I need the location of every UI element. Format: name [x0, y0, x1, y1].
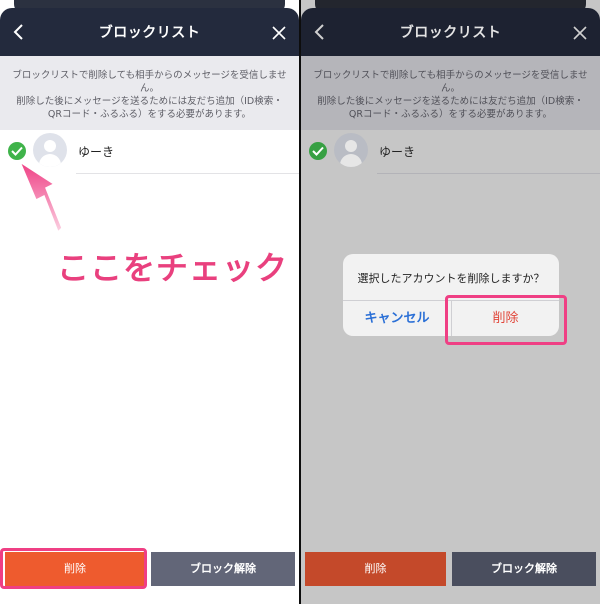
page-title: ブロックリスト [98, 25, 201, 41]
header-bar: ブロックリスト [301, 8, 600, 56]
blocked-contact-row[interactable]: ゆーき [301, 130, 600, 174]
page-title: ブロックリスト [399, 25, 502, 41]
check-circle-icon[interactable] [8, 142, 26, 160]
contact-name: ゆーき [78, 145, 115, 159]
dialog-cancel-button[interactable]: キャンセル [343, 301, 451, 336]
default-avatar-icon [334, 133, 368, 167]
delete-button[interactable]: 削除 [305, 552, 446, 586]
notice-text: ブロックリストで削除しても相手からのメッセージを受信しません。 削除した後にメッ… [313, 70, 588, 120]
highlight-box [445, 295, 567, 345]
default-avatar-icon [33, 133, 67, 167]
close-icon[interactable] [572, 25, 588, 41]
unblock-button[interactable]: ブロック解除 [151, 552, 295, 586]
left-screen: ブロックリスト ブロックリストで削除しても相手からのメッセージを受信しません。 … [0, 0, 299, 604]
annotation-callout: ここをチェック [57, 249, 289, 287]
unblock-button[interactable]: ブロック解除 [452, 552, 596, 586]
row-divider [76, 173, 299, 174]
contact-name: ゆーき [379, 145, 416, 159]
notice-banner: ブロックリストで削除しても相手からのメッセージを受信しません。 削除した後にメッ… [0, 56, 299, 130]
close-icon[interactable] [271, 25, 287, 41]
notice-banner: ブロックリストで削除しても相手からのメッセージを受信しません。 削除した後にメッ… [301, 56, 600, 130]
notice-text: ブロックリストで削除しても相手からのメッセージを受信しません。 削除した後にメッ… [12, 70, 287, 120]
header-bar: ブロックリスト [0, 8, 299, 56]
check-circle-icon[interactable] [309, 142, 327, 160]
dialog-message: 選択したアカウントを削除しますか？ [357, 272, 545, 285]
row-divider [377, 173, 600, 174]
highlight-box [0, 548, 147, 589]
blocked-contact-row[interactable]: ゆーき [0, 130, 299, 174]
